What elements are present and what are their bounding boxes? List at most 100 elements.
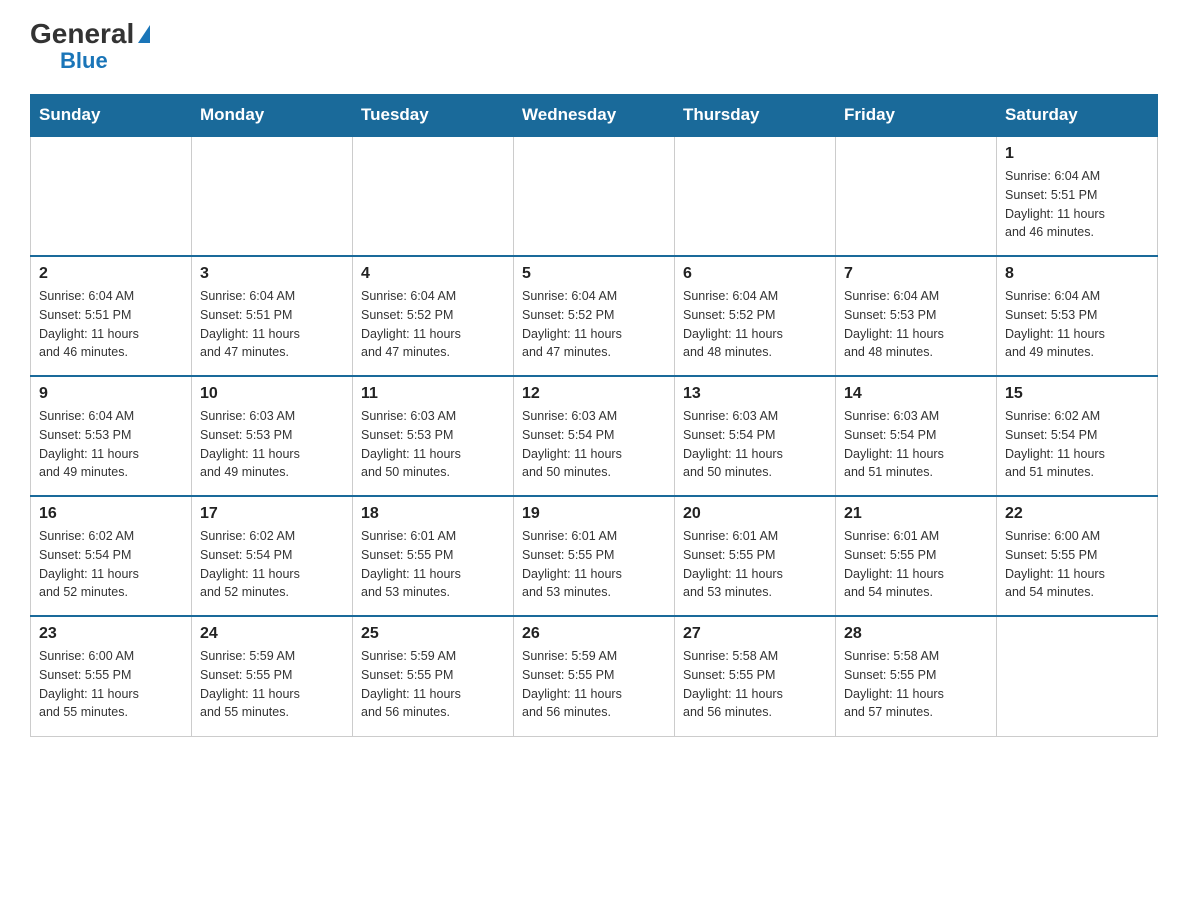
day-info: Sunrise: 6:00 AM Sunset: 5:55 PM Dayligh… — [1005, 527, 1149, 602]
day-number: 25 — [361, 625, 505, 643]
day-info: Sunrise: 6:03 AM Sunset: 5:53 PM Dayligh… — [361, 407, 505, 482]
day-number: 7 — [844, 265, 988, 283]
day-number: 20 — [683, 505, 827, 523]
calendar-day-cell: 14Sunrise: 6:03 AM Sunset: 5:54 PM Dayli… — [836, 376, 997, 496]
calendar-table: SundayMondayTuesdayWednesdayThursdayFrid… — [30, 94, 1158, 737]
calendar-day-cell: 13 Sunrise: 6:03 AM Sunset: 5:54 PM Dayli… — [675, 376, 836, 496]
day-info: Sunrise: 5:59 AM Sunset: 5:55 PM Dayligh… — [522, 647, 666, 722]
day-info: Sunrise: 6:04 AM Sunset: 5:51 PM Dayligh… — [39, 287, 183, 362]
day-info: Sunrise: 6:04 AM Sunset: 5:53 PM Dayligh… — [1005, 287, 1149, 362]
calendar-day-cell: 23 Sunrise: 6:00 AM Sunset: 5:55 PM Dayli… — [31, 616, 192, 736]
day-of-week-header: Monday — [192, 95, 353, 137]
day-info: Sunrise: 6:03 AM Sunset: 5:54 PM Dayligh… — [683, 407, 827, 482]
day-info: Sunrise: 6:01 AM Sunset: 5:55 PM Dayligh… — [522, 527, 666, 602]
day-number: 19 — [522, 505, 666, 523]
day-info: Sunrise: 6:00 AM Sunset: 5:55 PM Dayligh… — [39, 647, 183, 722]
calendar-week-row: 23 Sunrise: 6:00 AM Sunset: 5:55 PM Dayli… — [31, 616, 1158, 736]
day-info: Sunrise: 6:04 AM Sunset: 5:52 PM Dayligh… — [683, 287, 827, 362]
calendar-day-cell: 1 Sunrise: 6:04 AM Sunset: 5:51 PM Daylig… — [997, 136, 1158, 256]
calendar-day-cell: 7 Sunrise: 6:04 AM Sunset: 5:53 PM Daylig… — [836, 256, 997, 376]
calendar-day-cell: 26 Sunrise: 5:59 AM Sunset: 5:55 PM Dayli… — [514, 616, 675, 736]
logo-triangle-icon — [138, 25, 150, 43]
calendar-day-cell: 27 Sunrise: 5:58 AM Sunset: 5:55 PM Dayli… — [675, 616, 836, 736]
day-info: Sunrise: 6:02 AM Sunset: 5:54 PM Dayligh… — [1005, 407, 1149, 482]
day-of-week-header: Saturday — [997, 95, 1158, 137]
day-info: Sunrise: 6:01 AM Sunset: 5:55 PM Dayligh… — [361, 527, 505, 602]
logo-blue-text: Blue — [60, 48, 108, 74]
calendar-day-cell: 24 Sunrise: 5:59 AM Sunset: 5:55 PM Dayli… — [192, 616, 353, 736]
day-number: 22 — [1005, 505, 1149, 523]
day-number: 12 — [522, 385, 666, 403]
day-number: 15 — [1005, 385, 1149, 403]
day-info: Sunrise: 5:58 AM Sunset: 5:55 PM Dayligh… — [683, 647, 827, 722]
day-info: Sunrise: 6:04 AM Sunset: 5:53 PM Dayligh… — [844, 287, 988, 362]
day-number: 11 — [361, 385, 505, 403]
day-number: 26 — [522, 625, 666, 643]
calendar-day-cell — [192, 136, 353, 256]
day-number: 17 — [200, 505, 344, 523]
calendar-week-row: 16 Sunrise: 6:02 AM Sunset: 5:54 PM Dayli… — [31, 496, 1158, 616]
day-info: Sunrise: 6:01 AM Sunset: 5:55 PM Dayligh… — [683, 527, 827, 602]
day-info: Sunrise: 6:01 AM Sunset: 5:55 PM Dayligh… — [844, 527, 988, 602]
day-number: 27 — [683, 625, 827, 643]
day-number: 16 — [39, 505, 183, 523]
logo-general-text: General — [30, 20, 134, 48]
calendar-day-cell — [31, 136, 192, 256]
day-number: 8 — [1005, 265, 1149, 283]
calendar-day-cell: 28Sunrise: 5:58 AM Sunset: 5:55 PM Dayli… — [836, 616, 997, 736]
day-number: 23 — [39, 625, 183, 643]
day-info: Sunrise: 6:04 AM Sunset: 5:53 PM Dayligh… — [39, 407, 183, 482]
day-info: Sunrise: 6:02 AM Sunset: 5:54 PM Dayligh… — [200, 527, 344, 602]
calendar-day-cell: 5Sunrise: 6:04 AM Sunset: 5:52 PM Daylig… — [514, 256, 675, 376]
day-number: 9 — [39, 385, 183, 403]
day-number: 28 — [844, 625, 988, 643]
day-number: 10 — [200, 385, 344, 403]
calendar-day-cell: 16 Sunrise: 6:02 AM Sunset: 5:54 PM Dayli… — [31, 496, 192, 616]
calendar-day-cell: 8 Sunrise: 6:04 AM Sunset: 5:53 PM Daylig… — [997, 256, 1158, 376]
day-number: 14 — [844, 385, 988, 403]
day-of-week-header: Thursday — [675, 95, 836, 137]
logo: General Blue — [30, 20, 150, 74]
calendar-day-cell: 19 Sunrise: 6:01 AM Sunset: 5:55 PM Dayli… — [514, 496, 675, 616]
calendar-day-cell: 2Sunrise: 6:04 AM Sunset: 5:51 PM Daylig… — [31, 256, 192, 376]
day-info: Sunrise: 6:03 AM Sunset: 5:53 PM Dayligh… — [200, 407, 344, 482]
day-info: Sunrise: 6:04 AM Sunset: 5:51 PM Dayligh… — [1005, 167, 1149, 242]
day-of-week-header: Tuesday — [353, 95, 514, 137]
day-info: Sunrise: 5:59 AM Sunset: 5:55 PM Dayligh… — [361, 647, 505, 722]
calendar-day-cell: 25 Sunrise: 5:59 AM Sunset: 5:55 PM Dayli… — [353, 616, 514, 736]
calendar-week-row: 1 Sunrise: 6:04 AM Sunset: 5:51 PM Daylig… — [31, 136, 1158, 256]
day-of-week-header: Friday — [836, 95, 997, 137]
calendar-day-cell: 6Sunrise: 6:04 AM Sunset: 5:52 PM Daylig… — [675, 256, 836, 376]
calendar-day-cell: 15 Sunrise: 6:02 AM Sunset: 5:54 PM Dayli… — [997, 376, 1158, 496]
day-number: 24 — [200, 625, 344, 643]
calendar-header-row: SundayMondayTuesdayWednesdayThursdayFrid… — [31, 95, 1158, 137]
day-info: Sunrise: 6:04 AM Sunset: 5:52 PM Dayligh… — [522, 287, 666, 362]
calendar-day-cell: 20 Sunrise: 6:01 AM Sunset: 5:55 PM Dayli… — [675, 496, 836, 616]
day-number: 4 — [361, 265, 505, 283]
day-info: Sunrise: 6:03 AM Sunset: 5:54 PM Dayligh… — [522, 407, 666, 482]
day-of-week-header: Sunday — [31, 95, 192, 137]
day-number: 3 — [200, 265, 344, 283]
day-info: Sunrise: 6:02 AM Sunset: 5:54 PM Dayligh… — [39, 527, 183, 602]
calendar-day-cell: 21 Sunrise: 6:01 AM Sunset: 5:55 PM Dayli… — [836, 496, 997, 616]
day-number: 1 — [1005, 145, 1149, 163]
calendar-day-cell — [353, 136, 514, 256]
calendar-day-cell: 3 Sunrise: 6:04 AM Sunset: 5:51 PM Daylig… — [192, 256, 353, 376]
day-info: Sunrise: 6:04 AM Sunset: 5:52 PM Dayligh… — [361, 287, 505, 362]
day-number: 21 — [844, 505, 988, 523]
calendar-week-row: 9 Sunrise: 6:04 AM Sunset: 5:53 PM Daylig… — [31, 376, 1158, 496]
day-number: 13 — [683, 385, 827, 403]
calendar-day-cell: 22 Sunrise: 6:00 AM Sunset: 5:55 PM Dayli… — [997, 496, 1158, 616]
day-number: 18 — [361, 505, 505, 523]
calendar-day-cell: 9 Sunrise: 6:04 AM Sunset: 5:53 PM Daylig… — [31, 376, 192, 496]
day-of-week-header: Wednesday — [514, 95, 675, 137]
day-info: Sunrise: 6:04 AM Sunset: 5:51 PM Dayligh… — [200, 287, 344, 362]
calendar-day-cell: 17 Sunrise: 6:02 AM Sunset: 5:54 PM Dayli… — [192, 496, 353, 616]
calendar-day-cell — [675, 136, 836, 256]
calendar-day-cell — [997, 616, 1158, 736]
calendar-day-cell: 12 Sunrise: 6:03 AM Sunset: 5:54 PM Dayli… — [514, 376, 675, 496]
calendar-day-cell: 18 Sunrise: 6:01 AM Sunset: 5:55 PM Dayli… — [353, 496, 514, 616]
calendar-week-row: 2Sunrise: 6:04 AM Sunset: 5:51 PM Daylig… — [31, 256, 1158, 376]
day-info: Sunrise: 5:59 AM Sunset: 5:55 PM Dayligh… — [200, 647, 344, 722]
calendar-day-cell: 11 Sunrise: 6:03 AM Sunset: 5:53 PM Dayli… — [353, 376, 514, 496]
